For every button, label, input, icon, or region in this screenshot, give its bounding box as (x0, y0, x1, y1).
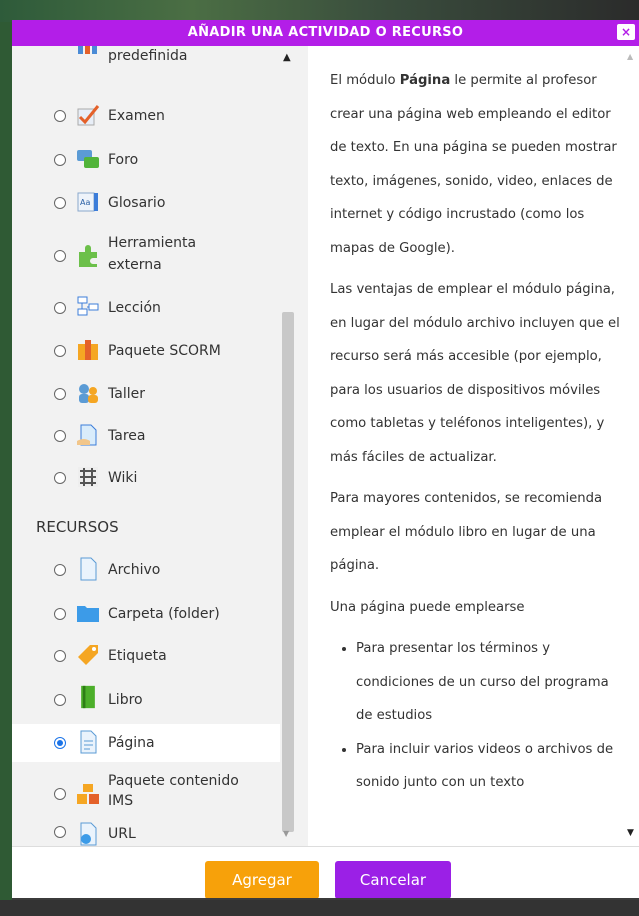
radio-button[interactable] (54, 788, 66, 800)
scroll-up-icon[interactable]: ▲ (283, 52, 291, 63)
description-paragraph: Las ventajas de emplear el módulo página… (330, 282, 620, 465)
radio-button[interactable] (54, 154, 66, 166)
assignment-icon (77, 424, 97, 446)
item-label: URL (108, 826, 136, 842)
activity-list: predefinida Examen Foro Aa Glosario Herr… (12, 46, 296, 846)
cancel-button[interactable]: Cancelar (335, 861, 451, 898)
item-label-line2: IMS (108, 793, 134, 809)
item-label: Examen (108, 108, 165, 124)
radio-button-selected[interactable] (54, 737, 66, 749)
puzzle-icon (79, 245, 97, 267)
radio-button[interactable] (54, 345, 66, 357)
lesson-icon (77, 296, 99, 316)
list-item-paquete-ims[interactable]: Paquete contenido IMS (12, 768, 280, 818)
radio-button[interactable] (54, 608, 66, 620)
add-activity-dialog: AÑADIR UNA ACTIVIDAD O RECURSO × predefi… (12, 20, 639, 898)
radio-button[interactable] (54, 694, 66, 706)
radio-button[interactable] (54, 197, 66, 209)
scroll-thumb[interactable] (282, 312, 294, 832)
list-item-herramienta-externa[interactable]: Herramienta externa (12, 226, 280, 284)
item-label: Página (108, 735, 155, 751)
radio-button[interactable] (54, 388, 66, 400)
url-icon (80, 822, 97, 846)
description-paragraph: Para mayores contenidos, se recomienda e… (330, 491, 603, 573)
list-item-glosario[interactable]: Aa Glosario (12, 183, 280, 223)
item-label: Glosario (108, 195, 166, 211)
description-paragraph: Una página puede emplearse (330, 599, 525, 615)
module-name: Página (399, 73, 451, 88)
list-item-carpeta[interactable]: Carpeta (folder) (12, 594, 280, 634)
item-label: Taller (108, 386, 145, 402)
list-item-paquete-scorm[interactable]: Paquete SCORM (12, 331, 280, 371)
radio-button[interactable] (54, 430, 66, 442)
radio-button[interactable] (54, 472, 66, 484)
quiz-icon (77, 105, 100, 126)
list-item-taller[interactable]: Taller (12, 374, 280, 414)
dialog-footer: Agregar Cancelar (12, 846, 639, 898)
close-button[interactable]: × (617, 24, 635, 40)
list-item: Para presentar los términos y condicione… (356, 632, 620, 733)
list-item-url[interactable]: URL (12, 822, 280, 846)
file-icon (80, 557, 97, 581)
item-label: Herramienta (108, 235, 197, 251)
book-icon (81, 685, 95, 709)
item-label: Paquete SCORM (108, 343, 221, 359)
item-label: Wiki (108, 470, 138, 486)
list-item-tarea[interactable]: Tarea (12, 416, 280, 456)
item-label: Lección (108, 300, 161, 316)
item-label: predefinida (108, 48, 188, 64)
list-item-etiqueta[interactable]: Etiqueta (12, 636, 280, 676)
database-icon (78, 46, 97, 54)
radio-button[interactable] (54, 110, 66, 122)
background-page (0, 0, 639, 22)
item-label: Paquete contenido (108, 773, 239, 789)
dialog-header: AÑADIR UNA ACTIVIDAD O RECURSO × (12, 20, 639, 46)
tag-icon (78, 645, 98, 665)
dialog-title: AÑADIR UNA ACTIVIDAD O RECURSO (187, 25, 464, 40)
wiki-icon (78, 467, 98, 487)
background-page-left (0, 22, 12, 916)
description-paragraph: El módulo Página le permite al profesor … (330, 73, 617, 256)
radio-button[interactable] (54, 564, 66, 576)
description-scrollbar[interactable]: ▲ ▼ (623, 46, 639, 846)
scroll-up-icon[interactable]: ▲ (627, 52, 633, 61)
section-heading-recursos: RECURSOS (36, 518, 119, 536)
list-item-leccion[interactable]: Lección (12, 288, 280, 328)
scroll-down-icon[interactable]: ▼ (627, 828, 634, 838)
list-item-predefinida[interactable]: predefinida (12, 46, 280, 68)
radio-button[interactable] (54, 650, 66, 662)
list-item-archivo[interactable]: Archivo (12, 550, 280, 590)
list-item-examen[interactable]: Examen (12, 96, 280, 136)
list-item-pagina[interactable]: Página (12, 724, 280, 762)
workshop-icon (79, 384, 98, 403)
list-item-libro[interactable]: Libro (12, 680, 280, 720)
add-button[interactable]: Agregar (205, 861, 319, 898)
scorm-icon (78, 340, 98, 360)
description-list: Para presentar los términos y condicione… (330, 632, 620, 800)
item-label: Archivo (108, 562, 161, 578)
forum-icon (77, 150, 99, 168)
radio-button[interactable] (54, 826, 66, 838)
scroll-down-icon[interactable]: ▼ (283, 829, 289, 838)
list-item: Para incluir varios videos o archivos de… (356, 733, 620, 800)
item-label-line2: externa (108, 257, 162, 273)
glossary-icon: Aa (77, 192, 98, 212)
list-item-wiki[interactable]: Wiki (12, 458, 280, 498)
folder-icon (77, 606, 99, 622)
background-page-bottom (0, 900, 639, 916)
item-label: Libro (108, 692, 143, 708)
radio-button[interactable] (54, 302, 66, 314)
item-label: Etiqueta (108, 648, 167, 664)
list-scrollbar[interactable]: ▲ ▼ (280, 46, 296, 846)
module-description: El módulo Página le permite al profesor … (330, 46, 620, 846)
radio-button[interactable] (54, 250, 66, 262)
item-label: Tarea (108, 428, 146, 444)
description-pane: El módulo Página le permite al profesor … (296, 46, 639, 846)
ims-package-icon (77, 784, 99, 804)
item-label: Carpeta (folder) (108, 606, 220, 622)
page-icon (80, 730, 97, 754)
item-label: Foro (108, 152, 139, 168)
list-item-foro[interactable]: Foro (12, 140, 280, 180)
svg-text:Aa: Aa (80, 198, 90, 207)
